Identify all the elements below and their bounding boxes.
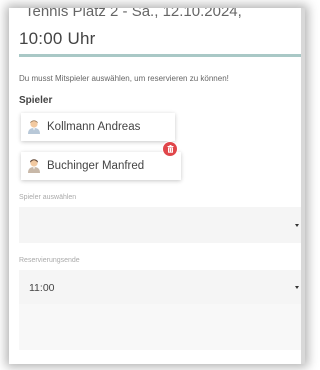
remove-player-button[interactable] xyxy=(163,142,177,156)
select-players-hint: Du musst Mitspieler auswählen, um reserv… xyxy=(19,74,229,83)
chevron-down-icon xyxy=(295,224,299,227)
reservation-title-line2: 10:00 Uhr xyxy=(19,29,96,48)
player-name: Kollmann Andreas xyxy=(47,121,141,133)
end-time-label: Reservierungsende xyxy=(19,257,80,264)
end-time-value: 11:00 xyxy=(29,282,55,294)
player-select[interactable] xyxy=(19,207,301,243)
person-avatar-icon xyxy=(25,157,43,175)
player-select-label: Spieler auswählen xyxy=(19,194,77,201)
end-time-select[interactable]: 11:00 xyxy=(19,270,301,304)
form-footer-area xyxy=(19,304,301,350)
chevron-down-icon xyxy=(295,286,299,289)
player-chip-kollmann[interactable]: Kollmann Andreas xyxy=(21,113,175,141)
person-avatar-icon xyxy=(25,118,43,136)
trash-icon xyxy=(167,140,174,158)
players-heading: Spieler xyxy=(19,95,53,106)
player-name: Buchinger Manfred xyxy=(47,160,145,172)
reservation-dialog: Tennis Platz 2 - Sa., 12.10.2024, 10:00 … xyxy=(9,8,305,364)
title-divider xyxy=(19,54,305,57)
reservation-title-line1: Tennis Platz 2 - Sa., 12.10.2024, xyxy=(25,8,242,20)
player-chip-buchinger[interactable]: Buchinger Manfred xyxy=(21,152,181,180)
